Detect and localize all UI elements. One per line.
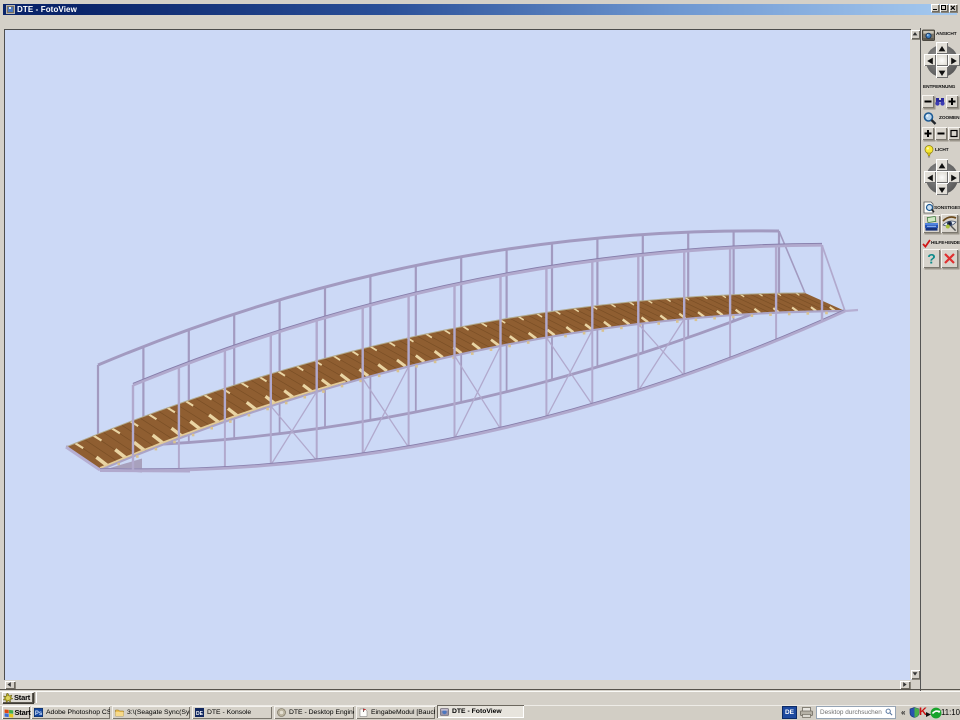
- svg-text:DE: DE: [196, 711, 204, 717]
- svg-text:Ps: Ps: [35, 711, 43, 717]
